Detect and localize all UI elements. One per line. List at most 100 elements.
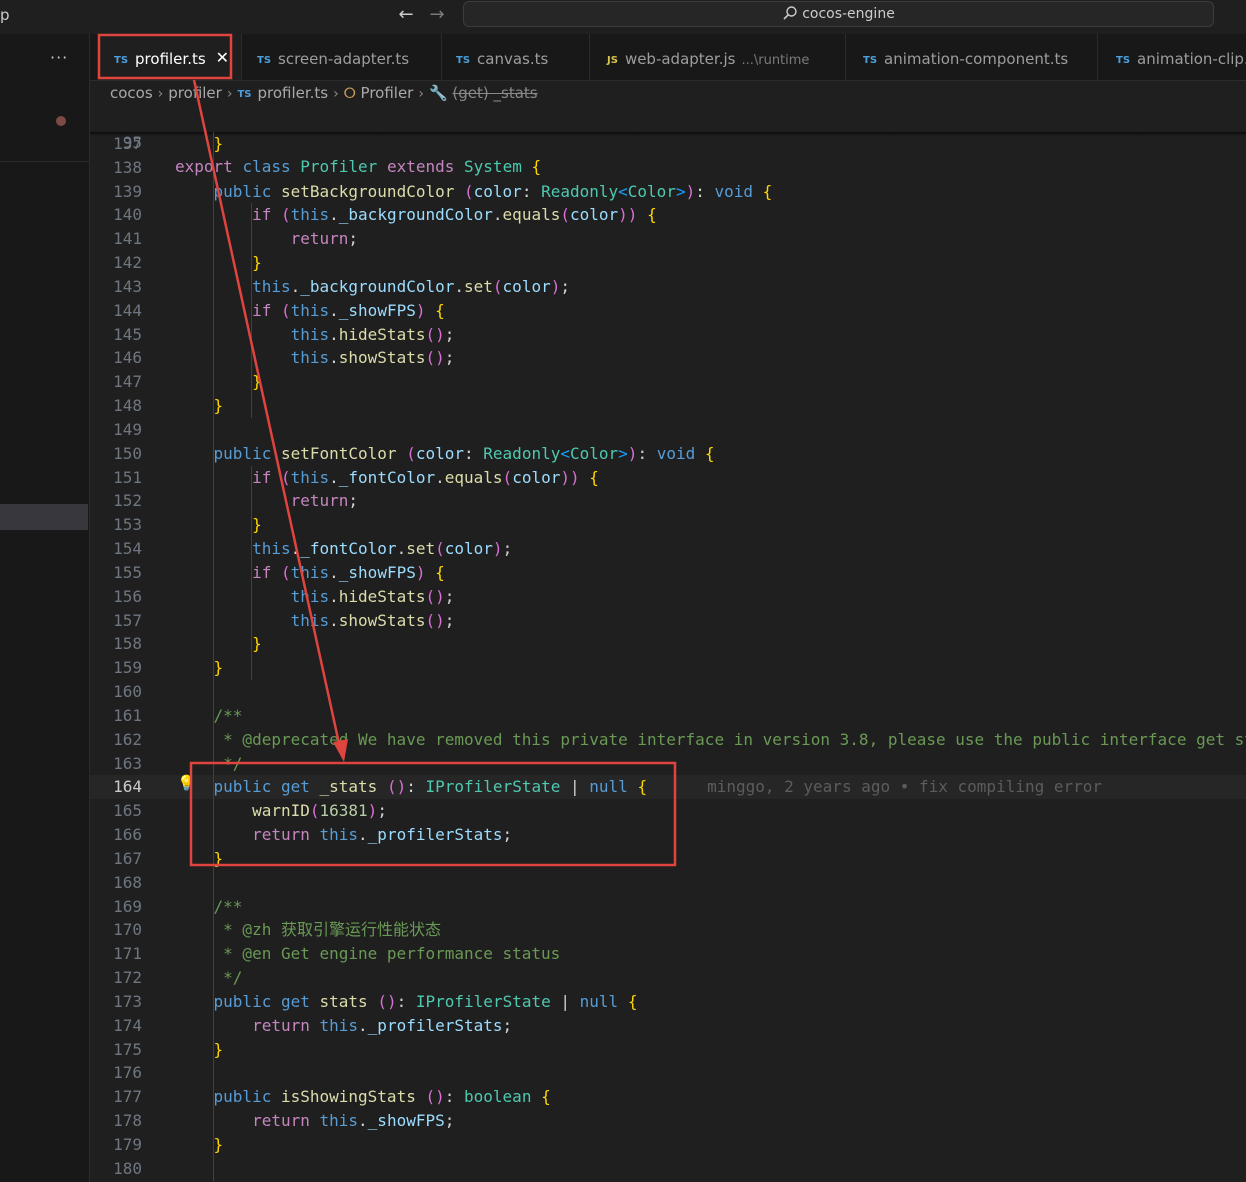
code-line[interactable]: 177 public isShowingStats (): boolean { [90, 1085, 1246, 1109]
code-line[interactable]: 166 return this._profilerStats; [90, 823, 1246, 847]
code-line[interactable]: 144 if (this._showFPS) { [90, 299, 1246, 323]
ts-file-icon: TS [456, 55, 471, 66]
code-line[interactable]: 160 [90, 680, 1246, 704]
code-line[interactable]: 171 * @en Get engine performance status [90, 942, 1246, 966]
forward-arrow-icon[interactable]: → [426, 4, 448, 25]
line-number: 160 [113, 682, 142, 702]
code-line[interactable]: 142 } [90, 251, 1246, 275]
code-text: */ [175, 968, 243, 988]
line-number: 139 [113, 181, 142, 201]
tab-canvas-ts[interactable]: TS canvas.ts [442, 34, 590, 80]
breadcrumb-member[interactable]: (get) _stats [452, 84, 537, 102]
code-text: return this._showFPS; [252, 1111, 455, 1131]
selected-item[interactable] [0, 504, 88, 530]
code-line[interactable]: 167 } [90, 847, 1246, 871]
line-number: 168 [113, 872, 142, 892]
breakpoint-dot-icon[interactable] [56, 116, 66, 126]
code-line[interactable]: 140 if (this._backgroundColor.equals(col… [90, 203, 1246, 227]
code-line[interactable]: 153 } [90, 513, 1246, 537]
code-line[interactable]: 154 this._fontColor.set(color); [90, 537, 1246, 561]
code-line[interactable]: 161 /** [90, 704, 1246, 728]
class-symbol-icon: ⭘ [343, 84, 356, 102]
code-line[interactable]: 148 } [90, 394, 1246, 418]
code-text: } [213, 848, 224, 868]
code-line[interactable]: 172 */ [90, 966, 1246, 990]
code-line[interactable]: 149 [90, 418, 1246, 442]
ts-file-icon: TS [1116, 55, 1131, 66]
code-line[interactable]: 158 } [90, 632, 1246, 656]
code-line[interactable]: 170 * @zh 获取引擎运行性能状态 [90, 918, 1246, 942]
code-line[interactable]: 163 */ [90, 752, 1246, 776]
close-icon[interactable]: ✕ [216, 48, 229, 67]
code-text: } [252, 372, 262, 392]
back-arrow-icon[interactable]: ← [395, 4, 417, 25]
code-line[interactable]: 155 if (this._showFPS) { [90, 561, 1246, 585]
line-number: 178 [113, 1111, 142, 1131]
tab-screen-adapter-ts[interactable]: TS screen-adapter.ts [242, 34, 442, 80]
line-number: 161 [113, 705, 142, 725]
code-line[interactable]: 138 [90, 156, 1246, 180]
tab-animation-clip[interactable]: TS animation-clip. [1098, 34, 1246, 80]
line-number: 140 [113, 205, 142, 225]
code-line[interactable]: 145 this.hideStats(); [90, 323, 1246, 347]
breadcrumb-class[interactable]: Profiler [361, 84, 414, 102]
line-number: 151 [113, 467, 142, 487]
tab-profiler-ts[interactable]: TS profiler.ts ✕ [100, 34, 242, 80]
code-line[interactable]: 146 this.showStats(); [90, 346, 1246, 370]
tab-label: screen-adapter.ts [278, 50, 410, 68]
code-text: warnID(16381); [252, 801, 387, 821]
code-text: } [252, 515, 262, 535]
command-center-search[interactable]: cocos-engine [463, 1, 1214, 27]
line-number: 163 [113, 753, 142, 773]
code-line[interactable]: 165 warnID(16381); [90, 799, 1246, 823]
code-line[interactable]: 168 [90, 871, 1246, 895]
ts-file-icon: TS [114, 55, 129, 66]
code-text: } [252, 253, 262, 273]
indent-guide [251, 203, 252, 418]
code-line[interactable]: 150 public setFontColor (color: Readonly… [90, 442, 1246, 466]
breadcrumb-item[interactable]: cocos [110, 84, 153, 102]
code-editor[interactable]: 95 export class Profiler extends System … [90, 106, 1246, 1182]
code-line[interactable]: 147 } [90, 370, 1246, 394]
code-line[interactable]: 164 public get _stats (): IProfilerState… [90, 775, 1246, 800]
tab-animation-component-ts[interactable]: TS animation-component.ts [846, 34, 1098, 80]
code-line[interactable]: 151 if (this._fontColor.equals(color)) { [90, 466, 1246, 490]
code-text: } [213, 396, 224, 416]
line-number: 150 [113, 443, 142, 463]
editor-tabs: TS profiler.ts ✕ TS screen-adapter.ts TS ca… [90, 34, 1246, 81]
code-text: return this._profilerStats; [252, 1015, 513, 1035]
code-line[interactable]: 180 [90, 1157, 1246, 1181]
code-line[interactable]: 159 } [90, 656, 1246, 680]
indent-guide [251, 465, 252, 681]
line-number: 180 [113, 1158, 142, 1178]
code-line[interactable]: 143 this._backgroundColor.set(color); [90, 275, 1246, 299]
chevron-right-icon: › [333, 86, 339, 102]
code-line[interactable]: 141 return; [90, 227, 1246, 251]
code-line[interactable]: 156 this.hideStats(); [90, 585, 1246, 609]
code-line[interactable]: 179 } [90, 1133, 1246, 1157]
code-line[interactable]: 178 return this._showFPS; [90, 1109, 1246, 1133]
breadcrumb-item[interactable]: profiler [168, 84, 222, 102]
code-line[interactable]: 173 public get stats (): IProfilerState … [90, 990, 1246, 1014]
code-line[interactable]: 162 * @deprecated We have removed this p… [90, 728, 1246, 752]
code-line[interactable]: 169 /** [90, 895, 1246, 919]
code-line[interactable]: 152 return; [90, 489, 1246, 513]
code-text: if (this._backgroundColor.equals(color))… [252, 205, 657, 225]
tab-web-adapter-js[interactable]: JS web-adapter.js ...\runtime [590, 34, 846, 80]
wrench-icon: 🔧 [428, 84, 448, 102]
code-line[interactable]: 157 this.showStats(); [90, 609, 1246, 633]
code-line[interactable]: 137 } [90, 132, 1246, 156]
code-text: } [213, 134, 224, 153]
breadcrumb-file[interactable]: profiler.ts [257, 84, 328, 102]
code-line[interactable]: 175 } [90, 1038, 1246, 1062]
line-number: 177 [113, 1087, 142, 1107]
more-actions-icon[interactable]: ··· [50, 48, 68, 67]
code-line[interactable]: 176 [90, 1061, 1246, 1085]
tab-directory: ...\runtime [741, 53, 810, 68]
code-line[interactable]: 174 return this._profilerStats; [90, 1014, 1246, 1038]
code-line[interactable]: 139 public setBackgroundColor (color: Re… [90, 180, 1246, 204]
sticky-scroll-line[interactable]: 95 export class Profiler extends System … [90, 107, 1246, 176]
line-number: 165 [113, 801, 142, 821]
lightbulb-icon[interactable]: 💡 [177, 774, 196, 792]
tab-label: animation-clip. [1137, 50, 1246, 68]
